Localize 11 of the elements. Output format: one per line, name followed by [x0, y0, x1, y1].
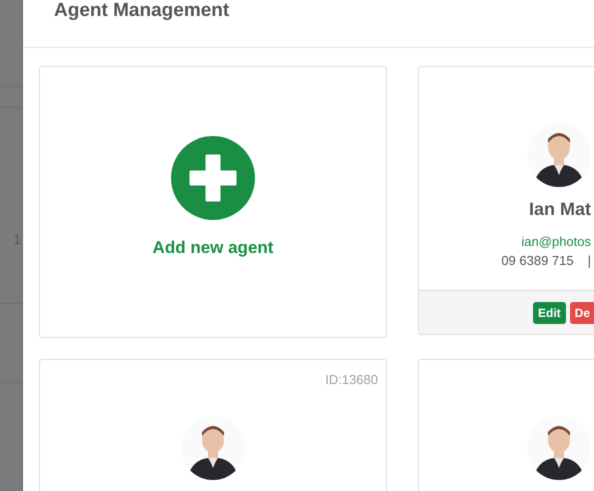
agent-email[interactable]: ian@photos [521, 234, 591, 249]
plus-icon [171, 136, 255, 220]
edit-button[interactable]: Edit [532, 302, 566, 324]
agent-name: Ian Mat [528, 199, 591, 220]
separator: | [588, 253, 591, 268]
agent-id: ID:13680 [325, 372, 378, 387]
agent-phone: 09 6389 715 [501, 253, 574, 268]
modal-title: Agent Management [54, 0, 230, 22]
delete-button[interactable]: De [570, 302, 594, 324]
add-agent-label: Add new agent [152, 238, 274, 258]
add-agent-card[interactable]: Add new agent [39, 66, 387, 338]
